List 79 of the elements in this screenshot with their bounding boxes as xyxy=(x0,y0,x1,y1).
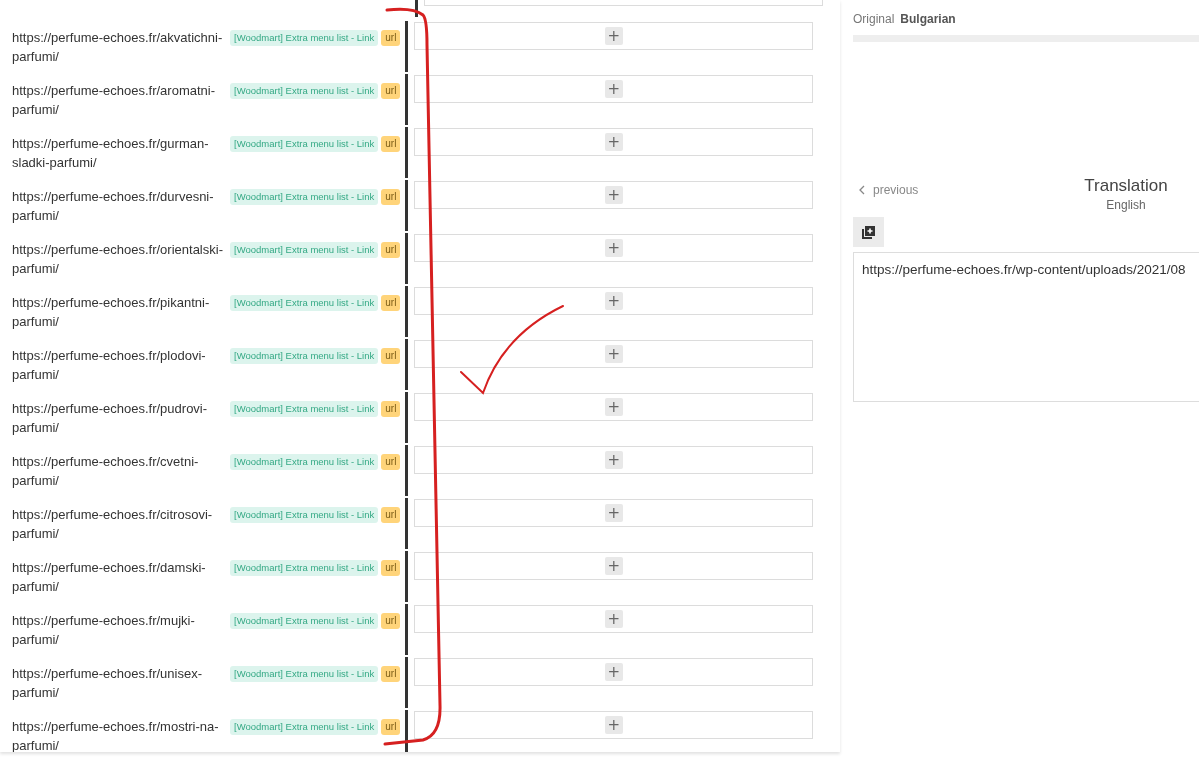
add-button[interactable]: + xyxy=(604,504,623,522)
translation-input[interactable]: + xyxy=(414,605,814,633)
string-url: https://perfume-echoes.fr/orientalski-parfumi/ xyxy=(12,241,224,278)
translation-textarea[interactable]: https://perfume-echoes.fr/wp-content/uploads/2021/08 xyxy=(853,252,1199,402)
context-tag: [Woodmart] Extra menu list - Link xyxy=(230,30,379,46)
translation-input[interactable]: + xyxy=(414,287,814,315)
context-tag: [Woodmart] Extra menu list - Link xyxy=(230,348,379,364)
add-button[interactable]: + xyxy=(604,398,623,416)
type-badge: url xyxy=(381,189,401,205)
type-badge: url xyxy=(381,83,401,99)
string-url: https://perfume-echoes.fr/mujki-parfumi/ xyxy=(12,612,196,649)
add-button[interactable]: + xyxy=(604,27,623,45)
type-badge: url xyxy=(381,666,401,682)
copy-icon xyxy=(862,225,875,239)
add-button[interactable]: + xyxy=(604,292,623,310)
type-badge: url xyxy=(381,560,401,576)
context-tag: [Woodmart] Extra menu list - Link xyxy=(230,401,379,417)
string-url: https://perfume-echoes.fr/durvesni-parfumi/ xyxy=(12,188,215,225)
context-tag: [Woodmart] Extra menu list - Link xyxy=(230,83,379,99)
string-url: https://perfume-echoes.fr/mostri-na-parfumi/ xyxy=(12,718,220,752)
add-button[interactable]: + xyxy=(604,451,623,469)
context-tag: [Woodmart] Extra menu list - Link xyxy=(230,719,379,735)
translation-input[interactable]: + xyxy=(414,552,814,580)
add-button[interactable]: + xyxy=(604,133,623,151)
add-button[interactable]: + xyxy=(604,716,623,734)
type-badge: url xyxy=(381,507,401,523)
context-tag: [Woodmart] Extra menu list - Link xyxy=(230,666,379,682)
add-button[interactable]: + xyxy=(604,610,623,628)
add-button[interactable]: + xyxy=(604,186,623,204)
string-url: https://perfume-echoes.fr/cvetni-parfumi/ xyxy=(12,453,200,490)
context-tag: [Woodmart] Extra menu list - Link xyxy=(230,560,379,576)
type-badge: url xyxy=(381,295,401,311)
translation-input[interactable]: + xyxy=(414,446,814,474)
translation-input[interactable]: + xyxy=(414,340,814,368)
translation-input[interactable]: + xyxy=(414,22,814,50)
add-button[interactable]: + xyxy=(604,557,623,575)
type-badge: url xyxy=(381,242,401,258)
translation-input[interactable]: + xyxy=(414,75,814,103)
string-url: https://perfume-echoes.fr/damski-parfumi/ xyxy=(12,559,207,596)
translation-language: English xyxy=(1106,198,1146,212)
type-badge: url xyxy=(381,613,401,629)
original-language: Bulgarian xyxy=(900,12,956,26)
translation-input[interactable]: + xyxy=(414,711,814,739)
translation-input[interactable]: + xyxy=(414,234,814,262)
string-url: https://perfume-echoes.fr/aromatni-parfumi/ xyxy=(12,82,217,119)
type-badge: url xyxy=(381,348,401,364)
translation-input[interactable]: + xyxy=(414,658,814,686)
context-tag: [Woodmart] Extra menu list - Link xyxy=(230,189,379,205)
string-url: https://perfume-echoes.fr/pikantni-parfumi/ xyxy=(12,294,211,331)
add-button[interactable]: + xyxy=(604,239,623,257)
type-badge: url xyxy=(381,719,401,735)
chevron-left-icon xyxy=(859,185,865,195)
previous-link[interactable]: previous xyxy=(859,183,919,197)
translation-input[interactable]: + xyxy=(414,499,814,527)
translation-input[interactable]: + xyxy=(414,393,814,421)
type-badge: url xyxy=(381,136,401,152)
context-tag: [Woodmart] Extra menu list - Link xyxy=(230,136,379,152)
type-badge: url xyxy=(381,30,401,46)
context-tag: [Woodmart] Extra menu list - Link xyxy=(230,507,379,523)
context-tag: [Woodmart] Extra menu list - Link xyxy=(230,295,379,311)
context-tag: [Woodmart] Extra menu list - Link xyxy=(230,242,379,258)
string-url: https://perfume-echoes.fr/plodovi-parfumi/ xyxy=(12,347,207,384)
string-url: https://perfume-echoes.fr/gurman-sladki-parfumi/ xyxy=(12,135,210,172)
context-tag: [Woodmart] Extra menu list - Link xyxy=(230,613,379,629)
add-button[interactable]: + xyxy=(604,345,623,363)
add-button[interactable]: + xyxy=(604,80,623,98)
type-badge: url xyxy=(381,454,401,470)
add-button[interactable]: + xyxy=(604,663,623,681)
string-url: https://perfume-echoes.fr/unisex-parfumi/ xyxy=(12,665,204,702)
translation-title: Translation xyxy=(1084,176,1168,196)
type-badge: url xyxy=(381,401,401,417)
copy-original-button[interactable] xyxy=(853,217,884,247)
string-url: https://perfume-echoes.fr/pudrovi-parfumi/ xyxy=(12,400,209,437)
string-url: https://perfume-echoes.fr/citrosovi-parfumi/ xyxy=(12,506,214,543)
translation-input[interactable]: + xyxy=(414,128,814,156)
translation-input[interactable]: + xyxy=(414,181,814,209)
string-url: https://perfume-echoes.fr/akvatichni-parfumi/ xyxy=(12,29,224,66)
context-tag: [Woodmart] Extra menu list - Link xyxy=(230,454,379,470)
original-label: Original xyxy=(853,12,895,26)
